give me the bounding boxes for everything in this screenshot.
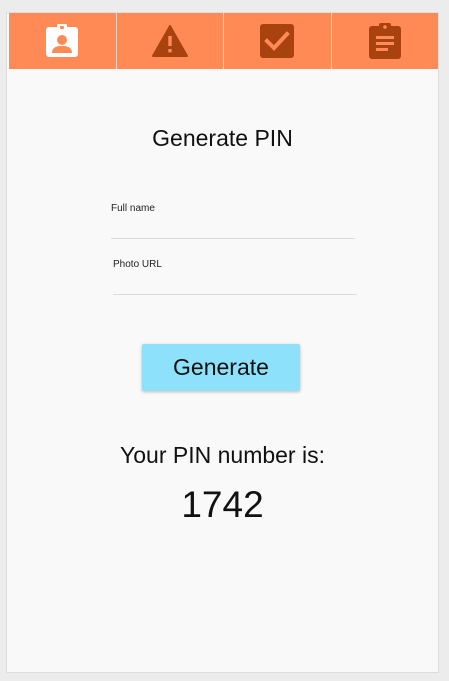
warning-icon bbox=[151, 25, 188, 57]
full-name-label: Full name bbox=[111, 203, 155, 214]
full-name-input[interactable] bbox=[111, 220, 355, 239]
photo-url-label: Photo URL bbox=[113, 259, 162, 270]
tab-badge[interactable] bbox=[9, 13, 117, 69]
photo-url-input[interactable] bbox=[113, 276, 357, 295]
page-title: Generate PIN bbox=[152, 125, 293, 151]
generate-button[interactable]: Generate bbox=[142, 344, 300, 391]
tab-bar bbox=[9, 13, 438, 69]
photo-url-field: Photo URL bbox=[113, 259, 357, 295]
pin-value: 1742 bbox=[181, 484, 264, 525]
checkbox-icon bbox=[260, 24, 295, 58]
id-badge-icon bbox=[46, 24, 79, 57]
tab-warning[interactable] bbox=[117, 13, 224, 69]
tab-clipboard[interactable] bbox=[332, 13, 439, 69]
tab-check[interactable] bbox=[224, 13, 332, 69]
full-name-field: Full name bbox=[111, 203, 355, 239]
clipboard-icon bbox=[368, 23, 401, 59]
pin-label: Your PIN number is: bbox=[120, 442, 325, 468]
app-frame: Generate PIN Full name Photo URL Generat… bbox=[7, 13, 438, 672]
